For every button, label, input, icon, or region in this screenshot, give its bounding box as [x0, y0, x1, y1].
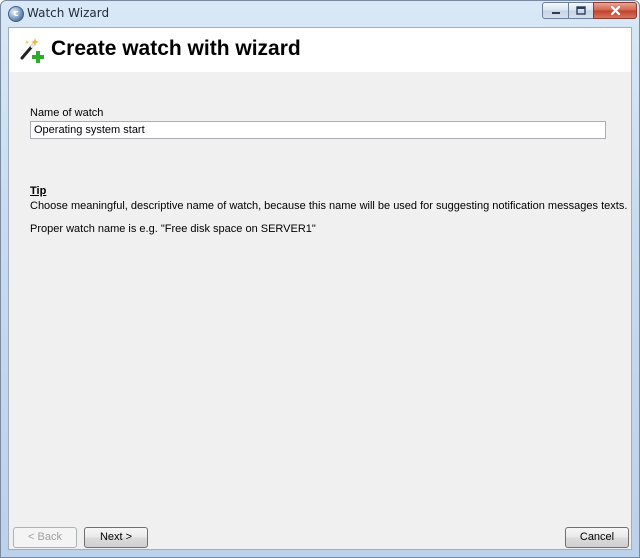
minimize-icon [551, 12, 560, 14]
watch-name-label: Name of watch [30, 107, 104, 119]
watch-wizard-window: c Watch Wizard Create watch with wizard … [0, 0, 640, 558]
maximize-button[interactable] [568, 2, 594, 19]
page-title: Create watch with wizard [51, 37, 301, 60]
wizard-wand-icon [20, 38, 44, 63]
back-button[interactable]: < Back [13, 527, 77, 548]
wizard-content: Create watch with wizard Name of watch T… [8, 27, 632, 550]
tip-text-example: Proper watch name is e.g. "Free disk spa… [30, 223, 316, 235]
close-icon [610, 5, 620, 16]
title-bar[interactable]: c Watch Wizard [1, 1, 639, 27]
wizard-header: Create watch with wizard [9, 28, 631, 72]
watch-name-input[interactable] [30, 121, 606, 139]
maximize-icon [576, 6, 586, 15]
app-logo-icon: c [8, 6, 24, 22]
cancel-button[interactable]: Cancel [565, 527, 629, 548]
tip-text-description: Choose meaningful, descriptive name of w… [30, 200, 628, 212]
close-button[interactable] [593, 2, 637, 19]
tip-heading: Tip [30, 185, 47, 197]
window-title: Watch Wizard [27, 6, 110, 20]
minimize-button[interactable] [542, 2, 569, 19]
next-button[interactable]: Next > [84, 527, 148, 548]
